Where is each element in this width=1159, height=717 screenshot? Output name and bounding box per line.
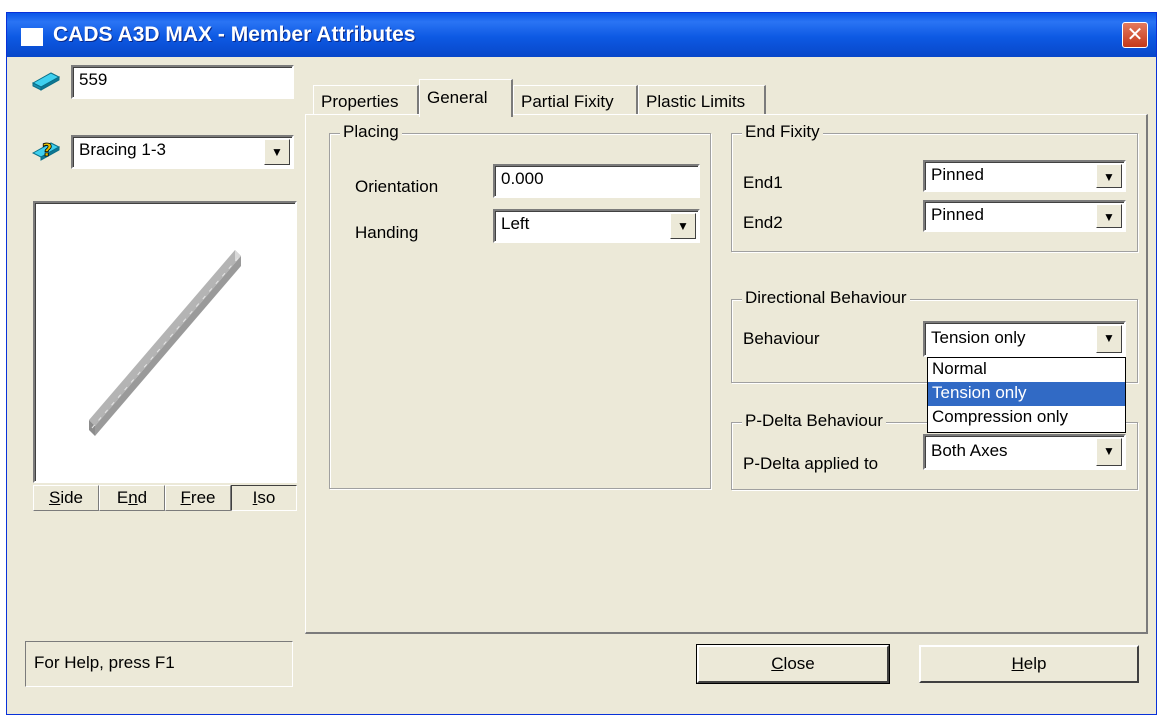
chevron-down-icon[interactable]: ▼ <box>1096 204 1122 228</box>
tab-properties[interactable]: Properties <box>313 85 419 115</box>
view-free-label: ree <box>190 488 216 507</box>
placing-group-title: Placing <box>340 122 402 142</box>
view-end-label-b: d <box>137 488 148 507</box>
member-preview-viewport[interactable] <box>33 201 297 483</box>
member-type-query-icon: ? <box>31 140 61 161</box>
behaviour-label: Behaviour <box>743 329 820 348</box>
behaviour-value: Tension only <box>931 328 1026 347</box>
tab-general[interactable]: General <box>419 79 513 117</box>
help-button-key: H <box>1011 654 1024 673</box>
view-end-button[interactable]: End <box>99 485 165 511</box>
directional-behaviour-title: Directional Behaviour <box>742 288 910 308</box>
svg-text:?: ? <box>42 140 52 161</box>
help-button-label: elp <box>1023 654 1047 673</box>
end-fixity-group: End Fixity <box>731 122 1138 252</box>
status-bar: For Help, press F1 <box>25 641 293 687</box>
tab-plastic-limits-label: Plastic Limits <box>646 92 746 111</box>
pdelta-value: Both Axes <box>931 441 1008 460</box>
chevron-down-icon[interactable]: ▼ <box>1096 164 1122 188</box>
end2-label: End2 <box>743 213 783 232</box>
member-id-value: 559 <box>79 70 108 89</box>
tab-general-label: General <box>427 88 488 107</box>
view-side-label: ide <box>60 488 84 507</box>
view-free-key: F <box>180 488 191 507</box>
end2-dropdown[interactable]: Pinned ▼ <box>923 200 1126 232</box>
member-attributes-window: CADS A3D MAX - Member Attributes ✕ 559 ?… <box>6 12 1157 715</box>
chevron-down-icon[interactable]: ▼ <box>670 213 696 239</box>
pdelta-dropdown[interactable]: Both Axes ▼ <box>923 434 1126 470</box>
end1-label: End1 <box>743 173 783 192</box>
app-window-icon <box>21 28 43 46</box>
member-type-dropdown[interactable]: Bracing 1-3 ▼ <box>71 135 294 169</box>
view-iso-button[interactable]: Iso <box>231 485 297 511</box>
chevron-down-icon[interactable]: ▼ <box>1096 438 1122 466</box>
behaviour-option-tension-only[interactable]: Tension only <box>928 382 1125 406</box>
end1-value: Pinned <box>931 165 984 184</box>
pdelta-applied-label: P-Delta applied to <box>743 454 879 473</box>
view-free-button[interactable]: Free <box>165 485 231 511</box>
close-button-key: C <box>771 654 784 673</box>
handing-label: Handing <box>355 223 419 242</box>
tab-properties-label: Properties <box>321 92 399 111</box>
end2-value: Pinned <box>931 205 984 224</box>
orientation-value: 0.000 <box>501 169 544 188</box>
end-fixity-group-title: End Fixity <box>742 122 823 142</box>
close-button-label: lose <box>783 654 815 673</box>
member-beam-icon <box>31 72 61 91</box>
tab-plastic-limits[interactable]: Plastic Limits <box>638 85 766 115</box>
view-side-button[interactable]: Side <box>33 485 99 511</box>
member-type-value: Bracing 1-3 <box>79 140 166 159</box>
end1-dropdown[interactable]: Pinned ▼ <box>923 160 1126 192</box>
tab-partial-fixity[interactable]: Partial Fixity <box>513 85 638 115</box>
view-end-label-a: E <box>116 488 129 507</box>
window-title: CADS A3D MAX - Member Attributes <box>53 23 416 46</box>
view-side-key: S <box>48 488 61 507</box>
chevron-down-icon[interactable]: ▼ <box>264 139 290 165</box>
member-iso-drawing <box>89 250 241 436</box>
orientation-input[interactable]: 0.000 <box>493 164 700 198</box>
tab-partial-fixity-label: Partial Fixity <box>521 92 614 111</box>
behaviour-option-normal[interactable]: Normal <box>928 358 1125 382</box>
member-id-field[interactable]: 559 <box>71 65 294 99</box>
status-text: For Help, press F1 <box>34 653 175 672</box>
handing-dropdown[interactable]: Left ▼ <box>493 209 700 243</box>
behaviour-option-compression-only[interactable]: Compression only <box>928 406 1125 430</box>
pdelta-behaviour-title: P-Delta Behaviour <box>742 411 886 431</box>
view-iso-label: so <box>257 488 276 507</box>
close-button[interactable]: Close <box>696 644 890 684</box>
title-bar[interactable]: CADS A3D MAX - Member Attributes ✕ <box>7 13 1156 57</box>
chevron-down-icon[interactable]: ▼ <box>1096 325 1122 353</box>
orientation-label: Orientation <box>355 177 439 196</box>
help-button[interactable]: Help <box>919 645 1139 683</box>
handing-value: Left <box>501 214 530 233</box>
close-window-button[interactable]: ✕ <box>1122 22 1148 48</box>
view-end-key: n <box>128 488 138 507</box>
behaviour-dropdown[interactable]: Tension only ▼ <box>923 321 1126 357</box>
behaviour-options-list[interactable]: Normal Tension only Compression only <box>927 357 1126 433</box>
